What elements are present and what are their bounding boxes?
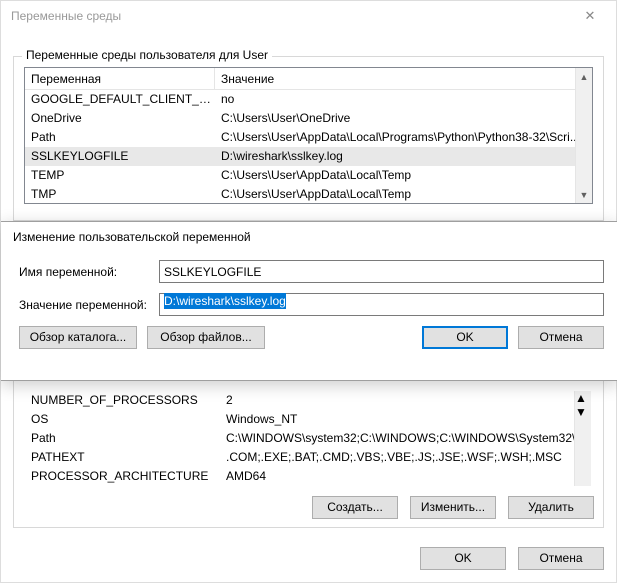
table-row[interactable]: PATHEXT.COM;.EXE;.BAT;.CMD;.VBS;.VBE;.JS… bbox=[25, 448, 592, 467]
titlebar: Переменные среды ✕ bbox=[1, 1, 616, 31]
var-value: .COM;.EXE;.BAT;.CMD;.VBS;.VBE;.JS;.JSE;.… bbox=[220, 448, 592, 467]
var-name: OneDrive bbox=[25, 109, 215, 128]
browse-files-button[interactable]: Обзор файлов... bbox=[147, 326, 265, 349]
scroll-up-icon[interactable]: ▲ bbox=[575, 391, 591, 405]
table-row[interactable]: TMPC:\Users\User\AppData\Local\Temp bbox=[25, 185, 592, 204]
var-value: Windows_NT bbox=[220, 410, 592, 429]
table-row[interactable]: SSLKEYLOGFILED:\wireshark\sslkey.log bbox=[25, 147, 592, 166]
scrollbar[interactable]: ▲ ▼ bbox=[575, 68, 592, 203]
system-vars-buttons: Создать... Изменить... Удалить bbox=[312, 496, 594, 519]
table-row[interactable]: OneDriveC:\Users\User\OneDrive bbox=[25, 109, 592, 128]
var-value: C:\Users\User\OneDrive bbox=[215, 109, 592, 128]
var-name: Path bbox=[25, 429, 220, 448]
system-vars-table[interactable]: NUMBER_OF_PROCESSORS2OSWindows_NTPathC:\… bbox=[25, 391, 592, 486]
edit-button[interactable]: Изменить... bbox=[410, 496, 496, 519]
table-header: Переменная Значение bbox=[25, 68, 592, 90]
var-name: GOOGLE_DEFAULT_CLIENT_S... bbox=[25, 90, 215, 109]
var-value: C:\Users\User\AppData\Local\Programs\Pyt… bbox=[215, 128, 592, 147]
table-row[interactable]: NUMBER_OF_PROCESSORS2 bbox=[25, 391, 592, 410]
cancel-button[interactable]: Отмена bbox=[518, 547, 604, 570]
scroll-down-icon[interactable]: ▼ bbox=[576, 186, 592, 203]
col-name-header[interactable]: Переменная bbox=[25, 68, 215, 89]
table-row[interactable]: TEMPC:\Users\User\AppData\Local\Temp bbox=[25, 166, 592, 185]
col-value-header[interactable]: Значение bbox=[215, 68, 592, 89]
value-label: Значение переменной: bbox=[19, 298, 159, 312]
user-group-title: Переменные среды пользователя для User bbox=[22, 48, 272, 62]
create-button[interactable]: Создать... bbox=[312, 496, 398, 519]
var-value: no bbox=[215, 90, 592, 109]
var-name: PATHEXT bbox=[25, 448, 220, 467]
close-icon[interactable]: ✕ bbox=[568, 2, 612, 30]
main-buttons: OK Отмена bbox=[420, 547, 604, 570]
edit-dialog-title: Изменение пользовательской переменной bbox=[1, 222, 617, 250]
var-value: C:\Users\User\AppData\Local\Temp bbox=[215, 185, 592, 204]
scrollbar[interactable]: ▲ ▼ bbox=[574, 391, 591, 486]
table-row[interactable]: PathC:\Users\User\AppData\Local\Programs… bbox=[25, 128, 592, 147]
user-vars-group: Переменные среды пользователя для User П… bbox=[13, 56, 604, 221]
table-row[interactable]: GOOGLE_DEFAULT_CLIENT_S...no bbox=[25, 90, 592, 109]
table-row[interactable]: PathC:\WINDOWS\system32;C:\WINDOWS;C:\WI… bbox=[25, 429, 592, 448]
ok-button[interactable]: OK bbox=[420, 547, 506, 570]
var-value: C:\WINDOWS\system32;C:\WINDOWS;C:\WINDOW… bbox=[220, 429, 592, 448]
scroll-track[interactable] bbox=[576, 85, 592, 186]
var-name: Path bbox=[25, 128, 215, 147]
user-vars-table[interactable]: Переменная Значение GOOGLE_DEFAULT_CLIEN… bbox=[24, 67, 593, 204]
var-value: AMD64 bbox=[220, 467, 592, 486]
browse-directory-button[interactable]: Обзор каталога... bbox=[19, 326, 137, 349]
var-name: NUMBER_OF_PROCESSORS bbox=[25, 391, 220, 410]
var-value: C:\Users\User\AppData\Local\Temp bbox=[215, 166, 592, 185]
var-name: SSLKEYLOGFILE bbox=[25, 147, 215, 166]
window-title: Переменные среды bbox=[11, 9, 121, 23]
edit-variable-dialog: Изменение пользовательской переменной Им… bbox=[1, 221, 617, 381]
ok-button[interactable]: OK bbox=[422, 326, 508, 349]
var-name: OS bbox=[25, 410, 220, 429]
name-label: Имя переменной: bbox=[19, 265, 159, 279]
var-name: PROCESSOR_ARCHITECTURE bbox=[25, 467, 220, 486]
var-name: TEMP bbox=[25, 166, 215, 185]
cancel-button[interactable]: Отмена bbox=[518, 326, 604, 349]
var-value: 2 bbox=[220, 391, 592, 410]
variable-name-input[interactable] bbox=[159, 260, 604, 283]
name-row: Имя переменной: bbox=[19, 260, 604, 283]
delete-button[interactable]: Удалить bbox=[508, 496, 594, 519]
value-row: Значение переменной: D:\wireshark\sslkey… bbox=[19, 293, 604, 316]
var-value: D:\wireshark\sslkey.log bbox=[215, 147, 592, 166]
table-row[interactable]: OSWindows_NT bbox=[25, 410, 592, 429]
env-vars-window: Переменные среды ✕ Переменные среды поль… bbox=[0, 0, 617, 583]
scroll-up-icon[interactable]: ▲ bbox=[576, 68, 592, 85]
scroll-down-icon[interactable]: ▼ bbox=[575, 405, 591, 419]
variable-value-input[interactable]: D:\wireshark\sslkey.log bbox=[159, 293, 604, 316]
table-row[interactable]: PROCESSOR_ARCHITECTUREAMD64 bbox=[25, 467, 592, 486]
var-name: TMP bbox=[25, 185, 215, 204]
